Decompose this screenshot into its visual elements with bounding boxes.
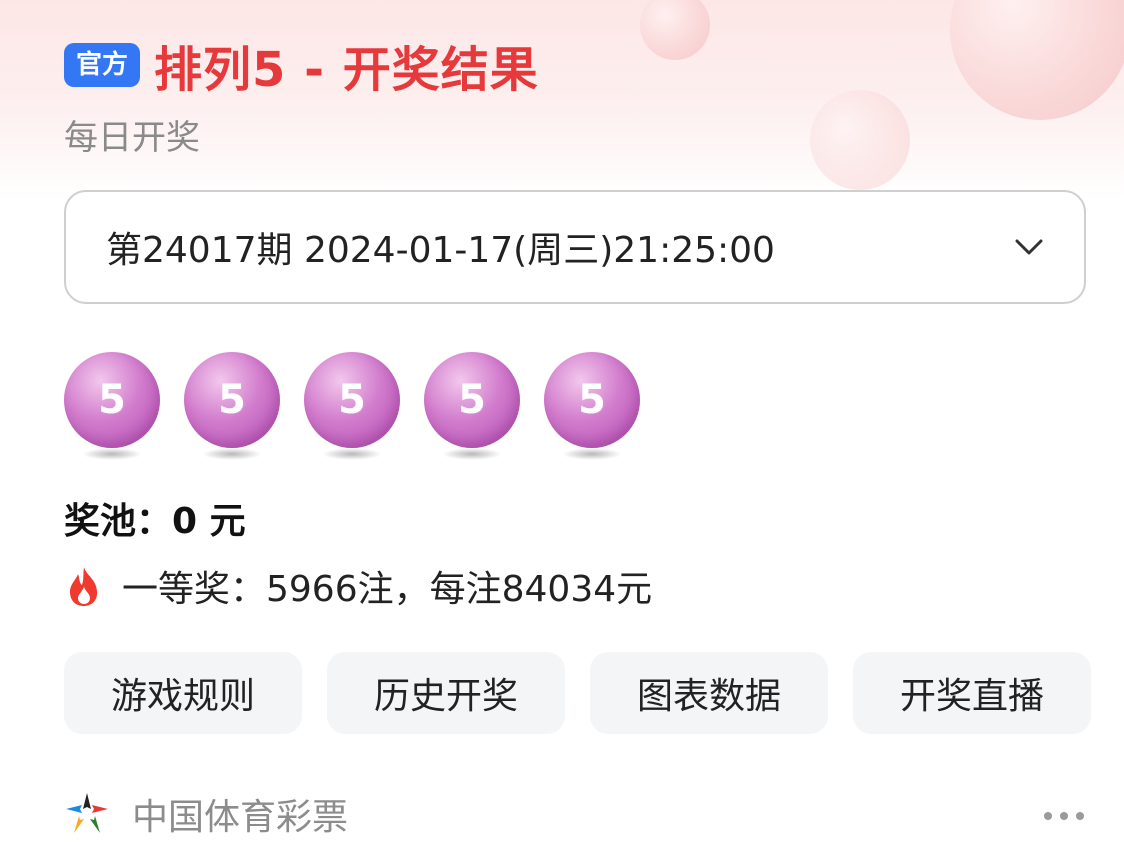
ball-shadow xyxy=(442,448,502,460)
ball-shadow xyxy=(322,448,382,460)
action-buttons: 游戏规则 历史开奖 图表数据 开奖直播 xyxy=(64,652,1091,734)
more-icon[interactable] xyxy=(1044,806,1084,826)
number-ball: 5 xyxy=(304,352,400,462)
draw-period-value: 第24017期 2024-01-17(周三)21:25:00 xyxy=(106,230,775,271)
draw-period-select[interactable]: 第24017期 2024-01-17(周三)21:25:00 xyxy=(64,190,1086,304)
ball-shadow xyxy=(82,448,142,460)
game-rules-button[interactable]: 游戏规则 xyxy=(64,652,302,734)
number-ball-value: 5 xyxy=(544,352,640,448)
number-ball: 5 xyxy=(184,352,280,462)
draw-history-button[interactable]: 历史开奖 xyxy=(327,652,565,734)
number-ball: 5 xyxy=(424,352,520,462)
chevron-down-icon xyxy=(1014,232,1044,262)
number-ball-value: 5 xyxy=(64,352,160,448)
number-ball-value: 5 xyxy=(184,352,280,448)
fire-icon xyxy=(64,564,104,608)
prize-pool: 奖池：0 元 xyxy=(64,501,246,542)
decorative-ball xyxy=(810,90,910,190)
brand-name: 中国体育彩票 xyxy=(132,797,349,838)
ball-shadow xyxy=(202,448,262,460)
more-dot xyxy=(1076,812,1084,820)
page-title[interactable]: 排列5 - 开奖结果 xyxy=(154,30,539,100)
first-prize-text: 一等奖：5966注，每注84034元 xyxy=(122,569,653,610)
china-sports-lottery-logo-icon xyxy=(64,791,110,837)
live-draw-button[interactable]: 开奖直播 xyxy=(853,652,1091,734)
lottery-result-card: 官方 排列5 - 开奖结果 每日开奖 第24017期 2024-01-17(周三… xyxy=(0,0,1124,866)
number-ball-value: 5 xyxy=(424,352,520,448)
number-ball: 5 xyxy=(544,352,640,462)
more-dot xyxy=(1060,812,1068,820)
number-ball-value: 5 xyxy=(304,352,400,448)
number-ball: 5 xyxy=(64,352,160,462)
chart-data-button[interactable]: 图表数据 xyxy=(590,652,828,734)
winning-numbers: 5 5 5 5 5 xyxy=(64,352,664,462)
footer[interactable]: 中国体育彩票 xyxy=(64,788,348,840)
first-prize-info: 一等奖：5966注，每注84034元 xyxy=(64,560,652,612)
more-dot xyxy=(1044,812,1052,820)
ball-shadow xyxy=(562,448,622,460)
header: 官方 排列5 - 开奖结果 xyxy=(64,30,539,100)
official-badge: 官方 xyxy=(64,43,141,87)
draw-frequency: 每日开奖 xyxy=(64,118,200,158)
